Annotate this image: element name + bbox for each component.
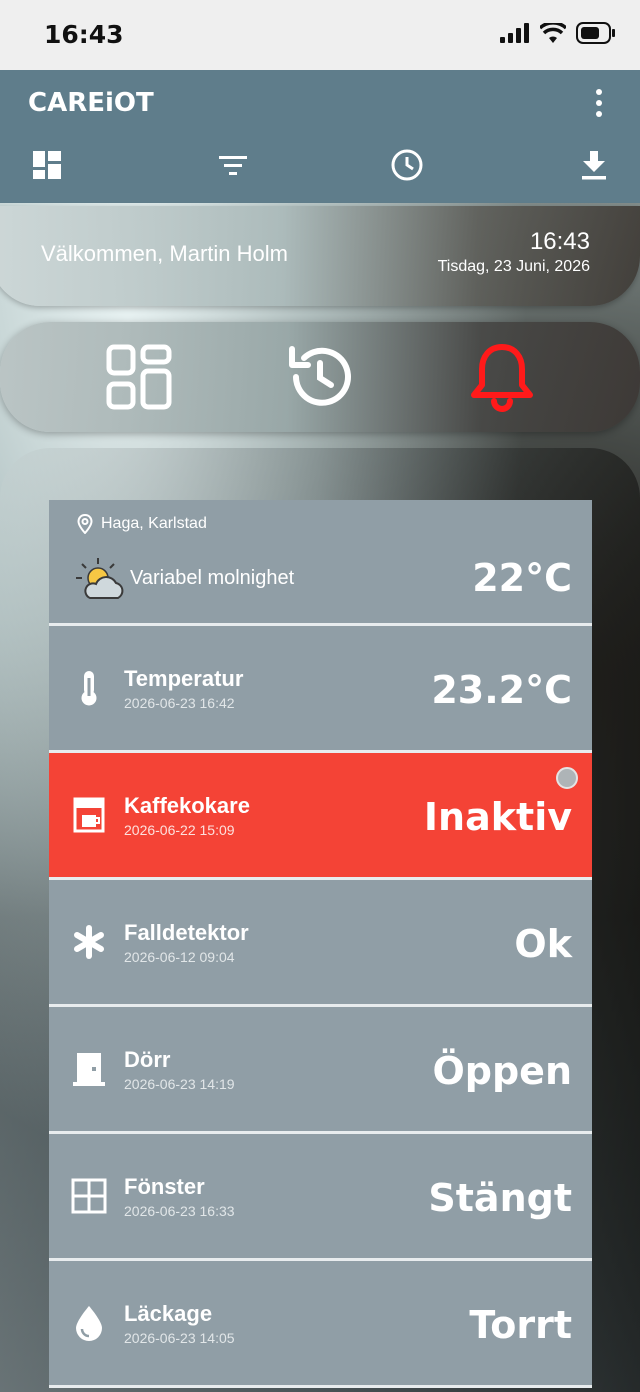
sensor-name: Kaffekokare bbox=[124, 793, 250, 818]
grid-view-icon[interactable] bbox=[99, 340, 179, 414]
history-icon[interactable] bbox=[280, 340, 360, 414]
location: Haga, Karlstad bbox=[77, 514, 207, 534]
signal-icon bbox=[500, 23, 529, 43]
sensor-timestamp: 2026-06-23 16:33 bbox=[124, 1203, 235, 1219]
sensor-row-fonster[interactable]: Fönster 2026-06-23 16:33 Stängt bbox=[49, 1134, 592, 1261]
status-time: 16:43 bbox=[44, 20, 124, 49]
status-icons bbox=[500, 22, 616, 44]
wifi-icon bbox=[540, 23, 566, 43]
coffee-maker-icon bbox=[71, 797, 107, 833]
sensor-name: Fönster bbox=[124, 1174, 205, 1199]
sensor-value: Inaktiv bbox=[423, 795, 572, 839]
welcome-greeting: Välkommen, Martin Holm bbox=[41, 241, 288, 266]
sensor-timestamp: 2026-06-23 14:05 bbox=[124, 1330, 235, 1346]
sensor-timestamp: 2026-06-23 14:19 bbox=[124, 1076, 235, 1092]
sensor-value: Ok bbox=[514, 922, 572, 966]
nav-card bbox=[0, 322, 640, 432]
sensor-name: Temperatur bbox=[124, 666, 244, 691]
window-icon bbox=[71, 1178, 107, 1214]
app-bar: CAREiOT bbox=[0, 70, 640, 203]
more-menu-icon[interactable] bbox=[596, 89, 604, 117]
dashboard-icon[interactable] bbox=[24, 142, 70, 188]
sensor-name: Dörr bbox=[124, 1047, 171, 1072]
sensor-list: Haga, Karlstad Variabel molnighet 22°C T… bbox=[49, 500, 592, 1388]
clock-icon[interactable] bbox=[384, 142, 430, 188]
partly-cloudy-icon bbox=[76, 558, 124, 599]
sensor-row-kaffekokare[interactable]: Kaffekokare 2026-06-22 15:09 Inaktiv bbox=[49, 753, 592, 880]
welcome-clock: 16:43 bbox=[529, 228, 590, 255]
filter-icon[interactable] bbox=[210, 142, 256, 188]
location-pin-icon bbox=[77, 514, 93, 534]
sensor-value: Torrt bbox=[469, 1303, 572, 1347]
alarm-bell-icon[interactable] bbox=[462, 340, 542, 414]
weather-description: Variabel molnighet bbox=[130, 567, 295, 589]
toolbar bbox=[0, 142, 640, 188]
download-icon[interactable] bbox=[571, 142, 617, 188]
sensor-value: 23.2°C bbox=[431, 668, 572, 712]
weather-card: Haga, Karlstad Variabel molnighet 22°C bbox=[49, 500, 592, 626]
sensor-name: Falldetektor bbox=[124, 920, 249, 945]
status-dot bbox=[556, 767, 578, 789]
sensor-row-lackage[interactable]: Läckage 2026-06-23 14:05 Torrt bbox=[49, 1261, 592, 1388]
sensor-value: Öppen bbox=[432, 1049, 572, 1093]
sensor-row-falldetektor[interactable]: Falldetektor 2026-06-12 09:04 Ok bbox=[49, 880, 592, 1007]
sensor-timestamp: 2026-06-22 15:09 bbox=[124, 822, 235, 838]
sensor-row-dorr[interactable]: Dörr 2026-06-23 14:19 Öppen bbox=[49, 1007, 592, 1134]
battery-icon bbox=[576, 22, 615, 44]
welcome-date: Tisdag, 23 Juni, 2026 bbox=[437, 258, 590, 275]
sensor-name: Läckage bbox=[124, 1301, 213, 1326]
weather-temperature: 22°C bbox=[472, 556, 572, 600]
thermometer-icon bbox=[71, 670, 107, 706]
sensor-value: Stängt bbox=[428, 1176, 572, 1220]
status-bar: 16:43 bbox=[0, 0, 640, 70]
app-title: CAREiOT bbox=[28, 88, 154, 118]
door-icon bbox=[71, 1051, 107, 1087]
welcome-card: Välkommen, Martin Holm 16:43 Tisdag, 23 … bbox=[0, 206, 640, 306]
sensor-row-temperatur[interactable]: Temperatur 2026-06-23 16:42 23.2°C bbox=[49, 626, 592, 753]
water-drop-icon bbox=[71, 1305, 107, 1341]
sensor-timestamp: 2026-06-23 16:42 bbox=[124, 695, 235, 711]
location-text: Haga, Karlstad bbox=[101, 515, 207, 532]
asterisk-icon bbox=[71, 924, 107, 960]
sensor-timestamp: 2026-06-12 09:04 bbox=[124, 949, 235, 965]
